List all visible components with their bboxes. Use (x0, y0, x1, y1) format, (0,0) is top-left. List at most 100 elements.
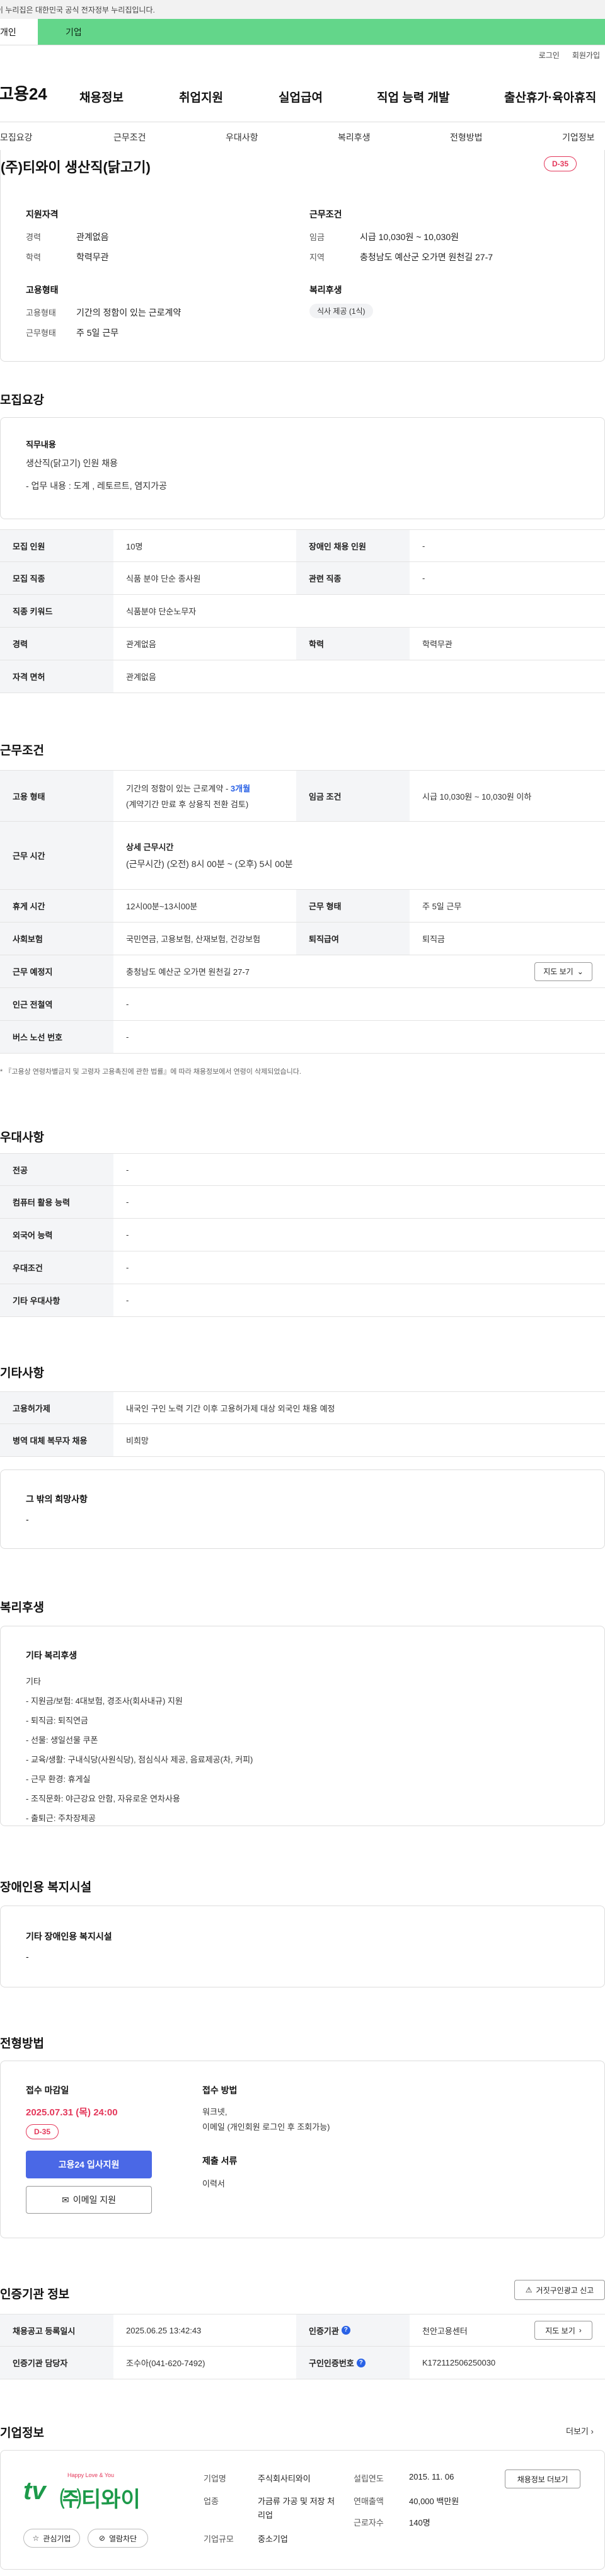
welfare-line: - 퇴직금: 퇴직연금 (26, 1716, 88, 1725)
career-label: 경력 (26, 233, 41, 242)
work-row-hours: 근무 시간 상세 근무시간 (근무시간) (오전) 8시 00분 ~ (오후) … (0, 822, 605, 890)
pref-label: 기타 우대사항 (0, 1284, 113, 1316)
company-jobs-button[interactable]: 채용정보 더보기 (505, 2470, 580, 2488)
block-view-button[interactable]: ⊘ 열람차단 (88, 2529, 148, 2548)
tab-apply[interactable]: 전형방법 (450, 131, 483, 144)
duty-card: 직무내용 생산직(닭고기) 인원 채용 - 업무 내용 : 도계 , 레토르트,… (0, 417, 605, 519)
company-more-link[interactable]: 더보기 › (566, 2425, 594, 2437)
sales-value: 40,000 백만원 (409, 2497, 459, 2506)
welfare-line: - 근무 환경: 휴게실 (26, 1774, 91, 1784)
pref-row: 컴퓨터 활용 능력 - (0, 1186, 605, 1219)
hours-title: 상세 근무시간 (126, 842, 174, 852)
pref-value: - (126, 1296, 129, 1305)
deadline-value: 2025.07.31 (목) 24:00 (26, 2107, 118, 2118)
welfare-line: 기타 (26, 1677, 41, 1686)
row-value: 학력무관 (422, 640, 452, 649)
section-tabs: 모집요강 근무조건 우대사항 복리후생 전형방법 기업정보 (0, 122, 605, 152)
etc-value: 비희망 (126, 1436, 149, 1446)
work-row: 버스 노선 번호 - (0, 1021, 605, 1054)
pref-section-title: 우대사항 (0, 1131, 44, 1144)
gov-banner: 이 누리집은 대한민국 공식 전자정부 누리집입니다. (0, 0, 605, 19)
map-button[interactable]: 지도 보기 ⌄ (534, 962, 592, 981)
ins-value: 국민연금, 고용보험, 산재보험, 건강보험 (126, 934, 261, 944)
other-wishes-value: - (26, 1514, 29, 1524)
subway-value: - (126, 999, 129, 1009)
help-icon[interactable]: ? (356, 2358, 366, 2367)
wage-cond-label: 임금 조건 (296, 771, 410, 821)
work-row: 사회보험 국민연금, 고용보험, 산재보험, 건강보험 퇴직급여 퇴직금 (0, 923, 605, 955)
welfare-summary-title: 복리후생 (309, 285, 342, 295)
star-icon: ☆ (32, 2534, 40, 2543)
est-value: 2015. 11. 06 (409, 2472, 454, 2481)
pref-label: 외국어 능력 (0, 1219, 113, 1251)
wage-cond-value: 시급 10,030원 ~ 10,030원 이하 (422, 791, 532, 802)
welfare-box-title: 기타 복리후생 (26, 1650, 78, 1660)
disabled-value: - (26, 1952, 29, 1962)
pref-label: 전공 (0, 1154, 113, 1185)
nav-item-parental-leave[interactable]: 출산휴가·육아휴직 (504, 88, 596, 105)
pref-value: - (126, 1197, 129, 1207)
edu-value: 학력무관 (76, 252, 109, 262)
company-name-value: 주식회사티와이 (258, 2474, 311, 2483)
chevron-down-icon: ⌄ (577, 967, 584, 976)
hours-cell: 상세 근무시간 (근무시간) (오전) 8시 00분 ~ (오후) 5시 00분 (113, 822, 605, 889)
apply-dday-badge: D-35 (26, 2124, 59, 2139)
welfare-line: - 조직문화: 야근강요 안함, 자유로운 연차사용 (26, 1794, 180, 1803)
work-row-emp: 고용 형태 기간의 정함이 있는 근로계약 - 3개월 (계약기간 만료 후 상… (0, 770, 605, 822)
work-type-value: 주 5일 근무 (76, 328, 119, 338)
etc-value: 내국인 구인 노력 기간 이후 고용허가제 대상 외국인 채용 예정 (126, 1403, 335, 1413)
retire-value: 퇴직금 (422, 934, 445, 944)
welfare-line: - 지원금/보험: 4대보험, 경조사(회사내규) 지원 (26, 1696, 183, 1706)
disabled-card: 기타 장애인용 복지시설 - (0, 1906, 605, 1987)
cond-title: 근무조건 (309, 209, 342, 219)
main-nav: 고용24 채용정보 취업지원 실업급여 직업 능력 개발 출산휴가·육아휴직 (0, 64, 605, 122)
email-apply-button[interactable]: ✉ 이메일 지원 (26, 2186, 152, 2214)
disabled-box-title: 기타 장애인용 복지시설 (26, 1931, 112, 1941)
tab-recruit[interactable]: 모집요강 (0, 131, 33, 144)
edu-label: 학력 (26, 253, 41, 262)
duty-line1: 생산직(닭고기) 인원 채용 (26, 458, 118, 468)
nav-item-employment-support[interactable]: 취업지원 (179, 88, 223, 105)
chevron-right-icon: › (591, 2427, 594, 2436)
cert-map-button[interactable]: 지도 보기 › (534, 2321, 592, 2340)
bus-label: 버스 노선 번호 (0, 1021, 113, 1053)
row-value: 관계없음 (126, 672, 156, 682)
tab-pref[interactable]: 우대사항 (226, 131, 258, 144)
work-row: 인근 전철역 - (0, 988, 605, 1021)
row-value: 식품 분야 단순 종사원 (126, 574, 201, 584)
cert-section-title: 인증기관 정보 (0, 2288, 70, 2301)
row-label: 모집 직종 (0, 562, 113, 594)
row-label: 장애인 채용 인원 (296, 530, 410, 561)
pref-label: 컴퓨터 활용 능력 (0, 1186, 113, 1218)
tab-personal[interactable]: 개인 (0, 19, 38, 45)
tab-company[interactable]: 기업정보 (562, 131, 595, 144)
etc-label: 병역 대체 복무자 채용 (0, 1424, 113, 1456)
favorite-company-button[interactable]: ☆ 관심기업 (23, 2529, 80, 2548)
nav-item-unemployment-benefit[interactable]: 실업급여 (279, 88, 323, 105)
qual-title: 지원자격 (26, 209, 59, 219)
pref-label: 우대조건 (0, 1251, 113, 1284)
tab-work[interactable]: 근무조건 (113, 131, 146, 144)
tab-welfare[interactable]: 복리후생 (338, 131, 371, 144)
help-icon[interactable]: ? (341, 2326, 350, 2335)
nav-item-job-info[interactable]: 채용정보 (79, 88, 124, 105)
pref-row: 전공 - (0, 1153, 605, 1186)
nav-item-skill-dev[interactable]: 직업 능력 개발 (377, 88, 449, 105)
size-value: 중소기업 (258, 2534, 288, 2544)
job-title: (주)티와이 생산직(닭고기) (1, 159, 151, 175)
report-ad-button[interactable]: ⚠ 거짓구인광고 신고 (514, 2280, 605, 2300)
apply-button[interactable]: 고용24 입사지원 (26, 2151, 152, 2178)
hours-value: (근무시간) (오전) 8시 00분 ~ (오후) 5시 00분 (126, 859, 293, 869)
recruit-row: 자격 면허 관계없음 (0, 660, 605, 693)
signup-link[interactable]: 회원가입 (572, 50, 600, 60)
other-wishes-title: 그 밖의 희망사항 (26, 1494, 88, 1504)
company-logo: tv Happy Love & You ㈜티와이 (23, 2472, 156, 2516)
chevron-right-icon: › (579, 2326, 582, 2335)
site-logo[interactable]: 고용24 (0, 81, 74, 105)
tab-company[interactable]: 기업 (38, 19, 605, 45)
etc-row: 병역 대체 복무자 채용 비희망 (0, 1424, 605, 1457)
company-name-label: 기업명 (204, 2474, 226, 2483)
staff-value: 140명 (409, 2518, 430, 2527)
retire-label: 퇴직급여 (296, 923, 410, 955)
login-link[interactable]: 로그인 (539, 50, 560, 60)
